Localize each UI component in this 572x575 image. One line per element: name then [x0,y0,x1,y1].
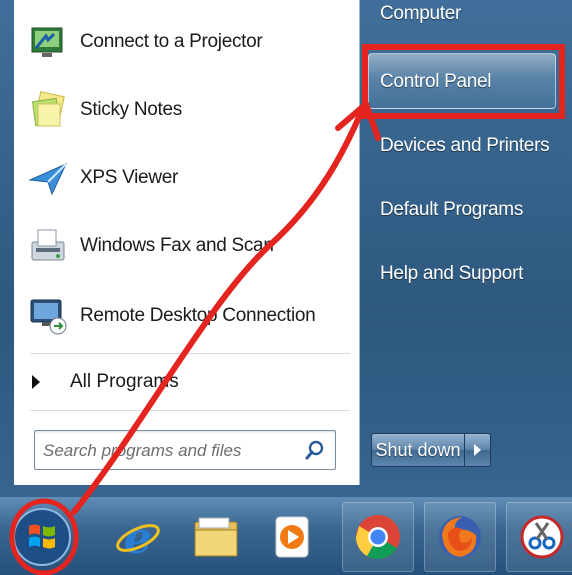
xps-viewer-icon [26,156,70,200]
file-explorer-icon [194,517,238,557]
svg-text:e: e [124,513,152,562]
program-label: Connect to a Projector [80,31,263,52]
all-programs-label: All Programs [70,371,179,392]
program-connect-to-projector[interactable]: Connect to a Projector [20,14,354,70]
program-label: XPS Viewer [80,167,179,188]
right-item-label: Default Programs [380,199,524,220]
programs-pane: Connect to a Projector Sticky Notes XPS … [14,0,360,485]
program-label: Remote Desktop Connection [80,305,316,326]
right-item-devices-printers[interactable]: Devices and Printers [370,126,560,166]
start-button[interactable] [6,502,78,572]
start-menu: Connect to a Projector Sticky Notes XPS … [0,0,572,575]
taskbar-snipping-tool[interactable] [506,502,572,572]
search-input[interactable] [41,435,300,467]
media-player-icon [275,516,309,558]
taskbar-chrome[interactable] [342,502,414,572]
chrome-icon [356,515,400,559]
taskbar-media-player[interactable] [256,502,328,572]
shutdown-button[interactable]: Shut down [371,433,465,467]
taskbar-file-explorer[interactable] [180,502,252,572]
fax-scan-icon [26,224,70,268]
firefox-icon [439,516,481,558]
right-item-label: Help and Support [380,263,524,284]
all-programs-button[interactable]: All Programs [32,362,332,402]
program-remote-desktop[interactable]: Remote Desktop Connection [20,288,354,344]
shutdown-options-button[interactable] [465,433,491,467]
arrow-right-icon [32,375,40,389]
program-label: Sticky Notes [80,99,182,120]
divider [30,353,350,354]
chevron-right-icon [474,444,481,456]
taskbar-internet-explorer[interactable]: e [102,502,174,572]
internet-explorer-icon: e [116,513,160,562]
program-windows-fax-scan[interactable]: Windows Fax and Scan [20,218,354,274]
right-item-control-panel[interactable]: Control Panel [370,62,560,102]
program-sticky-notes[interactable]: Sticky Notes [20,82,354,138]
search-box [34,430,336,470]
right-item-label: Control Panel [380,71,492,92]
projector-icon [26,20,70,64]
divider [30,410,350,411]
program-label: Windows Fax and Scan [80,235,274,256]
right-item-computer[interactable]: Computer [370,0,560,34]
remote-desktop-icon [26,294,70,338]
right-item-default-programs[interactable]: Default Programs [370,190,560,230]
start-orb-icon [13,508,71,566]
right-item-label: Computer [380,3,462,24]
right-item-label: Devices and Printers [380,135,550,156]
shutdown-group: Shut down [371,433,497,467]
right-item-help-support[interactable]: Help and Support [370,254,560,294]
sticky-notes-icon [26,88,70,132]
search-icon[interactable] [305,440,325,460]
program-xps-viewer[interactable]: XPS Viewer [20,150,354,206]
taskbar-firefox[interactable] [424,502,496,572]
snipping-tool-icon [520,515,564,559]
